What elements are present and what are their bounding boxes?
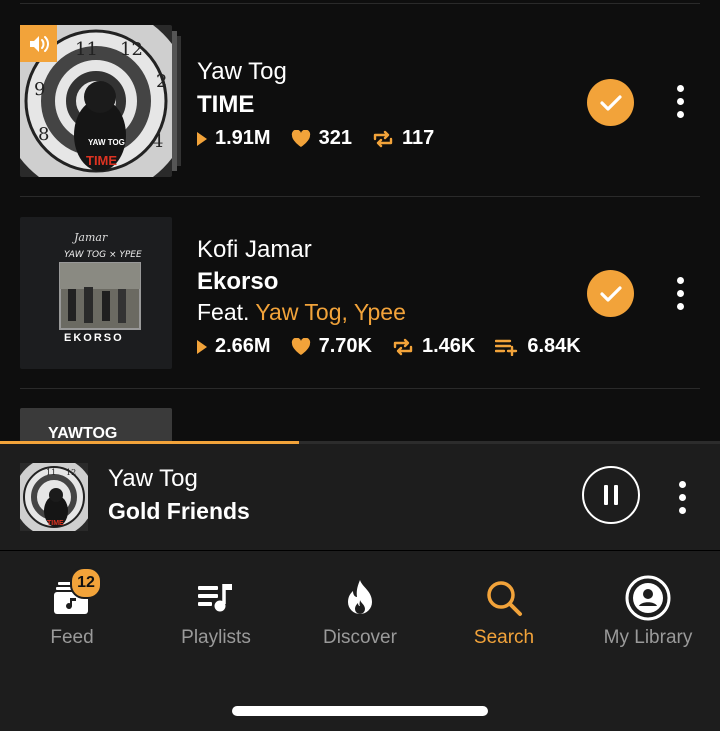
- plays-count: 1.91M: [215, 127, 271, 149]
- track-title[interactable]: Ekorso: [197, 268, 278, 296]
- plays-stat: 2.66M: [197, 335, 271, 358]
- playlist-adds-stat: 6.84K: [495, 335, 581, 358]
- discover-fire-icon: [330, 575, 390, 621]
- tab-label: Feed: [50, 627, 94, 648]
- svg-text:11: 11: [75, 39, 98, 60]
- cover-text: TIME: [86, 153, 117, 168]
- tab-discover[interactable]: Discover: [288, 551, 432, 671]
- svg-text:11: 11: [46, 468, 56, 477]
- cover-text: YAW TOG × YPEE: [64, 250, 142, 260]
- cover-text: EKORSO: [64, 332, 124, 344]
- playlist-add-icon: [495, 339, 518, 356]
- pause-icon: [604, 485, 608, 505]
- top-divider: [20, 3, 700, 4]
- play-count-icon: [197, 131, 207, 146]
- feed-icon: 12: [42, 567, 102, 621]
- track-more-options-icon[interactable]: [668, 273, 692, 313]
- feat-artist-links[interactable]: Yaw Tog, Ypee: [255, 299, 405, 325]
- heart-icon: [291, 337, 310, 355]
- player-more-options-icon[interactable]: [670, 477, 694, 517]
- home-indicator[interactable]: [232, 706, 488, 716]
- my-library-icon: [618, 575, 678, 621]
- reposts-stat: 117: [372, 127, 434, 150]
- feed-notification-badge: 12: [70, 567, 102, 599]
- track-stats: 1.91M 321 117: [197, 127, 434, 150]
- track-title[interactable]: TIME: [197, 91, 254, 119]
- row-divider: [20, 196, 700, 197]
- playlist-adds-count: 6.84K: [527, 335, 581, 357]
- tab-label: Discover: [323, 627, 397, 648]
- repost-icon: [373, 130, 393, 147]
- pause-button[interactable]: [582, 466, 640, 524]
- cover-text: TIME: [47, 520, 64, 527]
- playback-progress-fill: [0, 441, 299, 444]
- feat-prefix: Feat.: [197, 299, 250, 325]
- play-count-icon: [197, 339, 207, 354]
- svg-text:9: 9: [34, 79, 45, 100]
- plays-stat: 1.91M: [197, 127, 271, 150]
- likes-stat: 7.70K: [291, 335, 372, 358]
- svg-text:8: 8: [38, 124, 49, 145]
- cover-stack-edge: [177, 36, 181, 166]
- featured-artists: Feat. Yaw Tog, Ypee: [197, 299, 406, 326]
- tab-label: Playlists: [181, 627, 251, 648]
- heart-icon: [291, 129, 310, 147]
- track-cover-art[interactable]: YAWTOG: [20, 408, 172, 442]
- cover-text: YAW TOG: [88, 138, 125, 147]
- reposts-stat: 1.46K: [392, 335, 475, 358]
- track-artist[interactable]: Kofi Jamar: [197, 236, 312, 264]
- reposts-count: 1.46K: [421, 335, 476, 357]
- check-icon: [599, 94, 622, 111]
- row-divider: [20, 388, 700, 389]
- now-playing-title[interactable]: Gold Friends: [108, 498, 250, 525]
- svg-text:4: 4: [152, 131, 163, 152]
- now-playing-bar[interactable]: 11 12 TIME Yaw Tog Gold Friends: [0, 441, 720, 550]
- plays-count: 2.66M: [215, 335, 271, 357]
- likes-count: 7.70K: [318, 335, 372, 357]
- track-artist[interactable]: Yaw Tog: [197, 58, 287, 86]
- tab-search[interactable]: Search: [432, 551, 576, 671]
- likes-stat: 321: [291, 127, 352, 150]
- check-icon: [599, 285, 622, 302]
- tab-my-library[interactable]: My Library: [576, 551, 720, 671]
- svg-text:12: 12: [120, 39, 143, 60]
- track-cover-art[interactable]: Jamar YAW TOG × YPEE EKORSO: [20, 217, 172, 369]
- now-playing-cover-art[interactable]: 11 12 TIME: [20, 463, 88, 531]
- svg-text:12: 12: [66, 468, 76, 477]
- bottom-tab-bar: 12 Feed Playlists Discover Search My Lib…: [0, 551, 720, 731]
- search-icon: [474, 575, 534, 621]
- now-playing-speaker-icon: [20, 25, 57, 62]
- playlists-icon: [186, 575, 246, 621]
- svg-text:Jamar: Jamar: [72, 231, 108, 244]
- tab-label: My Library: [603, 627, 693, 648]
- svg-text:2: 2: [156, 71, 167, 92]
- track-stats: 2.66M 7.70K 1.46K 6.84K: [197, 335, 581, 358]
- cover-text: YAWTOG: [48, 425, 117, 442]
- downloaded-check-button[interactable]: [587, 270, 634, 317]
- now-playing-artist[interactable]: Yaw Tog: [108, 465, 198, 493]
- reposts-count: 117: [401, 127, 435, 149]
- track-more-options-icon[interactable]: [668, 81, 692, 121]
- tab-feed[interactable]: 12 Feed: [0, 551, 144, 671]
- downloaded-check-button[interactable]: [587, 79, 634, 126]
- likes-count: 321: [318, 127, 352, 149]
- tab-playlists[interactable]: Playlists: [144, 551, 288, 671]
- repost-icon: [393, 338, 413, 355]
- tab-label: Search: [473, 627, 535, 648]
